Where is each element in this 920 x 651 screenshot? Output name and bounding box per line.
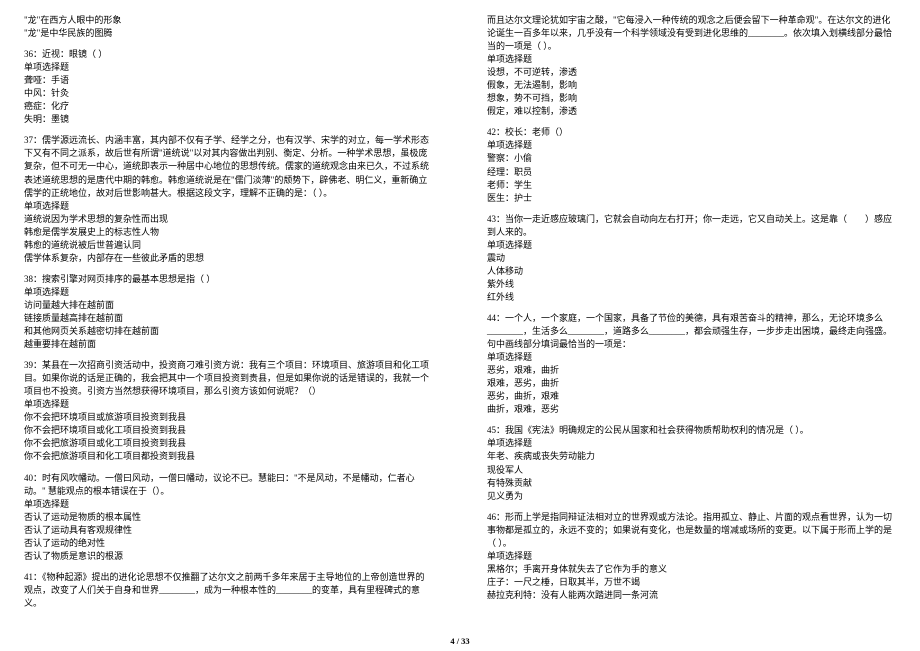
q-option: 老师：学生 (487, 179, 896, 192)
q-option: 否认了运动的绝对性 (24, 537, 433, 550)
q-type: 单项选择题 (24, 398, 433, 411)
q-title: 38：搜索引擎对网页排序的最基本思想是指（ ） (24, 273, 433, 286)
q-text: 39：某县在一次招商引资活动中，投资商刁难引资方说：我有三个项目：环境项目、旅游… (24, 359, 433, 398)
q-option: 和其他网页关系越密切排在越前面 (24, 325, 433, 338)
q-option: 艰难，恶劣，曲折 (487, 377, 896, 390)
q-option: 经理：职员 (487, 166, 896, 179)
q-option: 紫外线 (487, 278, 896, 291)
q-text: 37：儒学源远流长、内涵丰富，其内部不仅有子学、经学之分，也有汉学、宋学的对立，… (24, 134, 433, 199)
q-option: 否认了运动是物质的根本属性 (24, 511, 433, 524)
question-41-cont: 而且达尔文理论犹如宇宙之酸，"它每浸入一种传统的观念之后便会留下一种革命观"。在… (487, 14, 896, 118)
question-45: 45：我国《宪法》明确规定的公民从国家和社会获得物质帮助权利的情况是（ ）。 单… (487, 424, 896, 502)
q-option: 震动 (487, 252, 896, 265)
q-option: 年老、疾病或丧失劳动能力 (487, 450, 896, 463)
right-column: 而且达尔文理论犹如宇宙之酸，"它每浸入一种传统的观念之后便会留下一种革命观"。在… (487, 14, 896, 618)
question-44: 44：一个人，一个家庭，一个国家，具备了节俭的美德，具有艰苦奋斗的精神，那么，无… (487, 312, 896, 416)
q-option: 失明：墨镜 (24, 113, 433, 126)
q-text: 而且达尔文理论犹如宇宙之酸，"它每浸入一种传统的观念之后便会留下一种革命观"。在… (487, 14, 896, 53)
q-option: 黑格尔；手离开身体就失去了它作为手的意义 (487, 563, 896, 576)
q-option: 赫拉克利特：没有人能两次踏进同一条河流 (487, 589, 896, 602)
question-39: 39：某县在一次招商引资活动中，投资商刁难引资方说：我有三个项目：环境项目、旅游… (24, 359, 433, 463)
q-option: 现役军人 (487, 464, 896, 477)
q-option: 你不会把旅游项目和化工项目都投资到我县 (24, 450, 433, 463)
q-type: 单项选择题 (24, 61, 433, 74)
q-option: 道统说因为学术思想的复杂性而出现 (24, 213, 433, 226)
q-type: 单项选择题 (487, 437, 896, 450)
q-option: 你不会把旅游项目或化工项目投资到我县 (24, 437, 433, 450)
q-text: 46：形而上学是指同辩证法相对立的世界观或方法论。指用孤立、静止、片面的观点看世… (487, 511, 896, 550)
q-option: 访问量越大排在越前面 (24, 299, 433, 312)
q-option: 假象，无法遏制，影响 (487, 79, 896, 92)
q-text: 43：当你一走近感应玻璃门，它就会自动向左右打开；你一走远，它又自动关上。这是靠… (487, 213, 896, 239)
q-title: 42：校长：老师（） (487, 126, 896, 139)
q-option: 韩愈是儒学发展史上的标志性人物 (24, 226, 433, 239)
q-option: 韩愈的道统说被后世普遍认同 (24, 239, 433, 252)
question-43: 43：当你一走近感应玻璃门，它就会自动向左右打开；你一走远，它又自动关上。这是靠… (487, 213, 896, 304)
q-option: 癌症：化疗 (24, 100, 433, 113)
question-42: 42：校长：老师（） 单项选择题 警察：小偷 经理：职员 老师：学生 医生：护士 (487, 126, 896, 204)
page-number: 4 / 33 (450, 635, 469, 647)
q-option: 人体移动 (487, 265, 896, 278)
q-option: 恶劣，艰难，曲折 (487, 364, 896, 377)
q-type: 单项选择题 (487, 139, 896, 152)
q-type: 单项选择题 (24, 498, 433, 511)
q-type: 单项选择题 (487, 53, 896, 66)
question-41: 41：《物种起源》提出的进化论思想不仅推翻了达尔文之前两千多年来居于主导地位的上… (24, 571, 433, 610)
q-option: 庄子：一尺之棰，日取其半，万世不竭 (487, 576, 896, 589)
intro-line: "龙"在西方人眼中的形象 (24, 14, 433, 27)
q-option: 恶劣，曲折，艰难 (487, 390, 896, 403)
intro-block: "龙"在西方人眼中的形象 "龙"是中华民族的图腾 (24, 14, 433, 40)
q-option: 红外线 (487, 291, 896, 304)
q-option: 越重要排在越前面 (24, 338, 433, 351)
question-38: 38：搜索引擎对网页排序的最基本思想是指（ ） 单项选择题 访问量越大排在越前面… (24, 273, 433, 351)
q-option: 否认了运动具有客观规律性 (24, 524, 433, 537)
q-option: 否认了物质是意识的根源 (24, 550, 433, 563)
question-40: 40：时有风吹幡动。一僧曰风动，一僧曰幡动，议论不已。慧能曰："不是风动，不是幡… (24, 472, 433, 563)
question-46: 46：形而上学是指同辩证法相对立的世界观或方法论。指用孤立、静止、片面的观点看世… (487, 511, 896, 602)
q-option: 警察：小偷 (487, 152, 896, 165)
intro-line: "龙"是中华民族的图腾 (24, 27, 433, 40)
q-option: 儒学体系复杂，内部存在一些彼此矛盾的思想 (24, 252, 433, 265)
q-type: 单项选择题 (487, 550, 896, 563)
q-option: 有特殊贡献 (487, 477, 896, 490)
q-option: 你不会把环境项目或化工项目投资到我县 (24, 424, 433, 437)
q-type: 单项选择题 (24, 200, 433, 213)
q-text: 41：《物种起源》提出的进化论思想不仅推翻了达尔文之前两千多年来居于主导地位的上… (24, 571, 433, 610)
q-option: 医生：护士 (487, 192, 896, 205)
q-text: 40：时有风吹幡动。一僧曰风动，一僧曰幡动，议论不已。慧能曰："不是风动，不是幡… (24, 472, 433, 498)
q-option: 中风：针灸 (24, 87, 433, 100)
q-option: 链接质量越高排在越前面 (24, 312, 433, 325)
q-type: 单项选择题 (487, 351, 896, 364)
q-option: 设想，不可逆转，渗透 (487, 66, 896, 79)
left-column: "龙"在西方人眼中的形象 "龙"是中华民族的图腾 36：近视：眼镜（ ） 单项选… (24, 14, 433, 618)
q-option: 聋哑：手语 (24, 74, 433, 87)
q-option: 曲折，艰难，恶劣 (487, 403, 896, 416)
q-type: 单项选择题 (487, 239, 896, 252)
q-option: 假定，难以控制，渗透 (487, 105, 896, 118)
q-option: 想象，势不可挡，影响 (487, 92, 896, 105)
q-type: 单项选择题 (24, 286, 433, 299)
q-option: 见义勇为 (487, 490, 896, 503)
q-option: 你不会把环境项目或旅游项目投资到我县 (24, 411, 433, 424)
question-36: 36：近视：眼镜（ ） 单项选择题 聋哑：手语 中风：针灸 癌症：化疗 失明：墨… (24, 48, 433, 126)
q-text: 44：一个人，一个家庭，一个国家，具备了节俭的美德，具有艰苦奋斗的精神，那么，无… (487, 312, 896, 351)
q-title: 36：近视：眼镜（ ） (24, 48, 433, 61)
question-37: 37：儒学源远流长、内涵丰富，其内部不仅有子学、经学之分，也有汉学、宋学的对立，… (24, 134, 433, 264)
q-text: 45：我国《宪法》明确规定的公民从国家和社会获得物质帮助权利的情况是（ ）。 (487, 424, 896, 437)
